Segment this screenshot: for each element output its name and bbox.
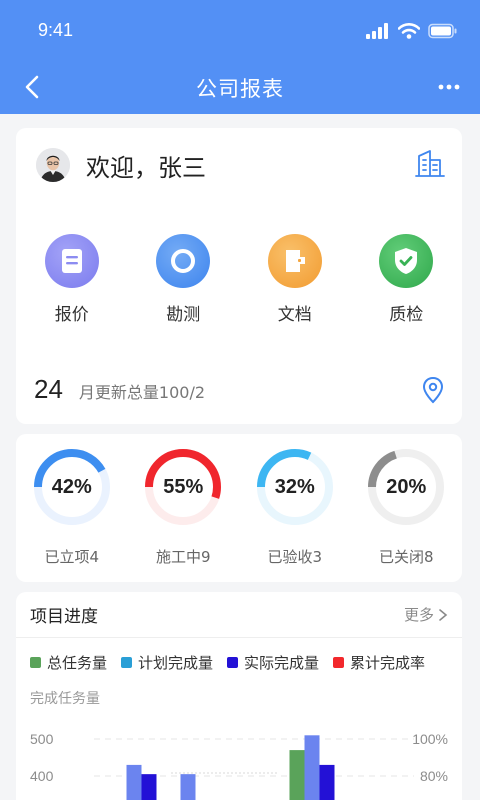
legend-swatch (30, 657, 41, 668)
quick-action-survey[interactable]: 勘测 (128, 234, 240, 325)
legend-swatch (333, 657, 345, 668)
progress-ring: 55% (144, 448, 222, 526)
ring-percent: 32% (274, 475, 315, 498)
bar[interactable] (126, 764, 142, 800)
quick-action-label: 文档 (277, 305, 312, 325)
ring-item-approved[interactable]: 42% 已立项4 (16, 448, 128, 567)
legend-item[interactable]: 计划完成量 (121, 652, 213, 673)
legend-label: 实际完成量 (244, 654, 320, 672)
ring-label: 已验收3 (267, 548, 323, 566)
status-bar: 9:41 (0, 0, 480, 62)
progress-ring: 32% (256, 448, 334, 526)
legend-item[interactable]: 实际完成量 (227, 652, 319, 673)
welcome-row: 欢迎，张三 (36, 148, 206, 182)
legend-label: 累计完成率 (350, 654, 426, 672)
ring-percent: 42% (51, 475, 92, 498)
bar[interactable] (319, 764, 335, 800)
avatar[interactable] (36, 148, 70, 182)
project-progress-card: 项目进度 更多 总任务量 计划完成量 实际完成量 累计完成率 完成任务量 500… (16, 592, 462, 800)
page-title: 公司报表 (196, 77, 284, 101)
bar[interactable] (304, 735, 320, 800)
chevron-right-icon (439, 608, 448, 621)
ring-item-closed[interactable]: 20% 已关闭8 (351, 448, 463, 567)
quick-action-label: 报价 (54, 305, 89, 325)
status-time: 9:41 (38, 19, 74, 40)
signal-icon (366, 23, 388, 39)
y-tick-label-left: 500 (30, 731, 54, 747)
status-rings-card: 42% 已立项4 55% 施工中9 32% 已验收3 20% 已关闭8 (16, 434, 462, 582)
user-avatar-icon (36, 148, 70, 182)
monthly-stat: 24 月更新总量100/2 (34, 374, 205, 404)
nav-bar: 公司报表 (0, 62, 480, 114)
ring-label: 施工中9 (155, 548, 211, 566)
progress-ring: 42% (33, 448, 111, 526)
y-tick-label-right: 100% (412, 731, 448, 747)
bar[interactable] (180, 774, 196, 800)
document-icon (267, 234, 322, 288)
section-title: 项目进度 (30, 607, 98, 627)
ring-label: 已立项4 (44, 548, 100, 566)
bar[interactable] (289, 750, 305, 800)
ring-item-accepted[interactable]: 32% 已验收3 (239, 448, 351, 567)
legend-label: 总任务量 (47, 654, 108, 672)
more-link-label: 更多 (403, 606, 434, 624)
ring-label: 已关闭8 (378, 548, 434, 566)
section-header: 项目进度 更多 (16, 592, 462, 638)
more-options-icon[interactable] (436, 74, 462, 100)
quick-action-inspection[interactable]: 质检 (351, 234, 463, 325)
legend-swatch (227, 657, 239, 668)
y-tick-label-right: 80% (420, 768, 448, 784)
quick-action-quote[interactable]: 报价 (16, 234, 128, 325)
wifi-icon (398, 23, 420, 39)
legend-item[interactable]: 总任务量 (30, 652, 107, 673)
y-tick-label-left: 400 (30, 768, 54, 784)
progress-ring: 20% (367, 448, 445, 526)
monthly-stat-text: 月更新总量100/2 (78, 383, 206, 402)
ring-percent: 55% (163, 475, 204, 498)
welcome-text: 欢迎，张三 (86, 153, 206, 182)
more-link[interactable]: 更多 (404, 604, 448, 625)
legend-item[interactable]: 累计完成率 (333, 652, 425, 673)
back-arrow-icon[interactable] (18, 72, 48, 102)
ring-item-in-construction[interactable]: 55% 施工中9 (128, 448, 240, 567)
status-icons (366, 23, 458, 39)
app-header: 9:41 公司报表 (0, 0, 480, 114)
progress-rings: 42% 已立项4 55% 施工中9 32% 已验收3 20% 已关闭8 (16, 448, 462, 567)
quick-action-label: 质检 (389, 305, 424, 325)
building-icon[interactable] (414, 148, 446, 178)
ring-percent: 20% (386, 475, 427, 498)
quick-action-document[interactable]: 文档 (239, 234, 351, 325)
quick-action-label: 勘测 (166, 305, 201, 325)
quote-doc-icon (44, 234, 99, 288)
welcome-card: 欢迎，张三 报价 勘测 文档 质检 24 月更新总量100/2 (16, 128, 462, 424)
shield-check-icon (379, 234, 434, 288)
y-axis-title: 完成任务量 (30, 691, 100, 707)
chart-legend: 总任务量 计划完成量 实际完成量 累计完成率 (30, 652, 425, 673)
location-pin-icon[interactable] (422, 376, 444, 404)
legend-swatch (121, 657, 133, 668)
survey-ring-icon (156, 234, 211, 288)
monthly-stat-number: 24 (34, 374, 63, 404)
bar[interactable] (141, 774, 157, 800)
quick-actions: 报价 勘测 文档 质检 (16, 234, 462, 325)
bar-chart: 500 100% 400 80% (30, 731, 448, 800)
battery-icon (428, 23, 457, 39)
legend-label: 计划完成量 (138, 654, 214, 672)
